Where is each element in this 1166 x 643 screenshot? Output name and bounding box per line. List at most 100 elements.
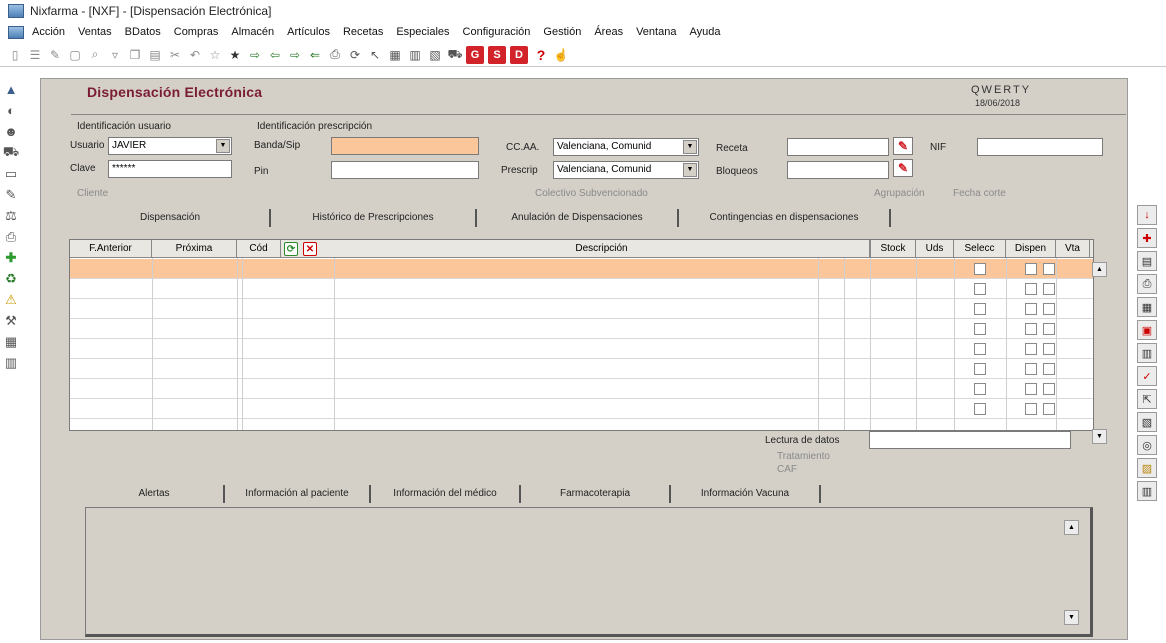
selecc-checkbox[interactable]	[974, 303, 986, 315]
table-row[interactable]	[70, 279, 1093, 299]
tab-alertas[interactable]: Alertas	[85, 485, 225, 503]
import-icon[interactable]: ⇐	[306, 46, 324, 64]
receta-input[interactable]	[787, 138, 889, 156]
filter-icon[interactable]: ▿	[106, 46, 124, 64]
scroll-up-icon[interactable]: ▲	[1092, 262, 1107, 277]
pharmacy-icon[interactable]: ▲	[2, 80, 20, 99]
edit-icon[interactable]: ✎	[46, 46, 64, 64]
vta-checkbox[interactable]	[1043, 283, 1055, 295]
menu-almacen[interactable]: Almacén	[231, 26, 274, 38]
copy-icon[interactable]: ❐	[126, 46, 144, 64]
paste-icon[interactable]: ▤	[146, 46, 164, 64]
scroll-down-icon[interactable]: ▼	[1092, 429, 1107, 444]
lectura-input[interactable]	[869, 431, 1071, 449]
s-icon[interactable]: S	[488, 45, 506, 64]
menu-ayuda[interactable]: Ayuda	[689, 26, 720, 38]
list-icon[interactable]: ☰	[26, 46, 44, 64]
edit-bloqueos-icon[interactable]: ✎	[893, 159, 913, 177]
star-icon[interactable]: ★	[226, 46, 244, 64]
print-icon[interactable]: ⎙	[326, 46, 344, 64]
vta-checkbox[interactable]	[1043, 323, 1055, 335]
barcode-icon[interactable]: ▥	[2, 353, 20, 372]
binoculars-icon[interactable]: ⌕	[86, 46, 104, 64]
export-icon[interactable]: ⇱	[1137, 389, 1157, 409]
chevron-down-icon[interactable]: ▼	[683, 163, 697, 177]
report-icon[interactable]: ▧	[426, 46, 444, 64]
bus-icon[interactable]: ▭	[2, 164, 20, 183]
tab-contingencias[interactable]: Contingencias en dispensaciones	[679, 209, 891, 227]
cart-icon[interactable]: ⛟	[2, 143, 20, 162]
col-dispen[interactable]: Dispen	[1006, 240, 1056, 258]
dispen-checkbox[interactable]	[1025, 283, 1037, 295]
document-icon[interactable]: ▤	[1137, 251, 1157, 271]
pills-icon[interactable]: ◐	[2, 101, 20, 120]
tab-dispensacion[interactable]: Dispensación	[71, 209, 271, 227]
selecc-checkbox[interactable]	[974, 323, 986, 335]
selecc-checkbox[interactable]	[974, 363, 986, 375]
refresh-icon[interactable]: ⟳	[284, 242, 298, 256]
tab-historico[interactable]: Histórico de Prescripciones	[271, 209, 477, 227]
image-icon[interactable]: ▨	[1137, 458, 1157, 478]
dispen-checkbox[interactable]	[1025, 323, 1037, 335]
tab-info-paciente[interactable]: Información al paciente	[225, 485, 371, 503]
table-row[interactable]	[70, 399, 1093, 419]
dispen-checkbox[interactable]	[1025, 303, 1037, 315]
forward-icon[interactable]: ⇨	[286, 46, 304, 64]
scroll-up-icon[interactable]: ▲	[1064, 520, 1079, 535]
pointer-icon[interactable]: ↖	[366, 46, 384, 64]
print-icon[interactable]: ⎙	[1137, 274, 1157, 294]
nif-input[interactable]	[977, 138, 1103, 156]
menu-recetas[interactable]: Recetas	[343, 26, 383, 38]
help-icon[interactable]: ?	[532, 46, 550, 64]
prescrip-select[interactable]: Valenciana, Comunid ▼	[553, 161, 699, 179]
col-proxima[interactable]: Próxima	[152, 240, 237, 258]
window-icon[interactable]: ▢	[66, 46, 84, 64]
selecc-checkbox[interactable]	[974, 403, 986, 415]
tab-info-vacuna[interactable]: Información Vacuna	[671, 485, 821, 503]
selecc-checkbox[interactable]	[974, 283, 986, 295]
tab-anulacion[interactable]: Anulación de Dispensaciones	[477, 209, 679, 227]
ccaa-select[interactable]: Valenciana, Comunid ▼	[553, 138, 699, 156]
cross-icon[interactable]: ✚	[2, 248, 20, 267]
table-row[interactable]	[70, 339, 1093, 359]
menu-bdatos[interactable]: BDatos	[125, 26, 161, 38]
menu-accion[interactable]: Acción	[32, 26, 65, 38]
menu-ventana[interactable]: Ventana	[636, 26, 676, 38]
vta-checkbox[interactable]	[1043, 383, 1055, 395]
vta-checkbox[interactable]	[1043, 403, 1055, 415]
selecc-checkbox[interactable]	[974, 343, 986, 355]
col-descripcion[interactable]: Descripción	[334, 240, 870, 258]
table-row[interactable]	[70, 359, 1093, 379]
person-icon[interactable]: ☻	[2, 122, 20, 141]
favorite-outline-icon[interactable]: ☆	[206, 46, 224, 64]
menu-compras[interactable]: Compras	[174, 26, 219, 38]
col-cod[interactable]: Cód	[237, 240, 281, 258]
export-icon[interactable]: ⇨	[246, 46, 264, 64]
gift-icon[interactable]: ✚	[1137, 228, 1157, 248]
cash-register-icon[interactable]: ▦	[386, 46, 404, 64]
dispen-checkbox[interactable]	[1025, 343, 1037, 355]
recycle-icon[interactable]: ♻	[2, 269, 20, 288]
barcode-icon[interactable]: ▥	[1137, 481, 1157, 501]
col-uds[interactable]: Uds	[916, 240, 954, 258]
table-row[interactable]	[70, 379, 1093, 399]
vta-checkbox[interactable]	[1043, 303, 1055, 315]
undo-icon[interactable]: ↶	[186, 46, 204, 64]
back-icon[interactable]: ⇦	[266, 46, 284, 64]
dispen-checkbox[interactable]	[1025, 383, 1037, 395]
pen-icon[interactable]: ✎	[2, 185, 20, 204]
grid-icon[interactable]: ▦	[2, 332, 20, 351]
new-icon[interactable]: ▯	[6, 46, 24, 64]
scale-icon[interactable]: ⚖	[2, 206, 20, 225]
note-icon[interactable]: ▣	[1137, 320, 1157, 340]
tab-info-medico[interactable]: Información del médico	[371, 485, 521, 503]
g-icon[interactable]: G	[466, 45, 484, 64]
menu-especiales[interactable]: Especiales	[396, 26, 449, 38]
refresh-icon[interactable]: ⟳	[346, 46, 364, 64]
table-row[interactable]	[70, 299, 1093, 319]
tab-farmacoterapia[interactable]: Farmacoterapia	[521, 485, 671, 503]
table-row[interactable]	[70, 259, 1093, 279]
cut-icon[interactable]: ✂	[166, 46, 184, 64]
menu-areas[interactable]: Áreas	[594, 26, 623, 38]
banda-sip-input[interactable]	[331, 137, 479, 155]
